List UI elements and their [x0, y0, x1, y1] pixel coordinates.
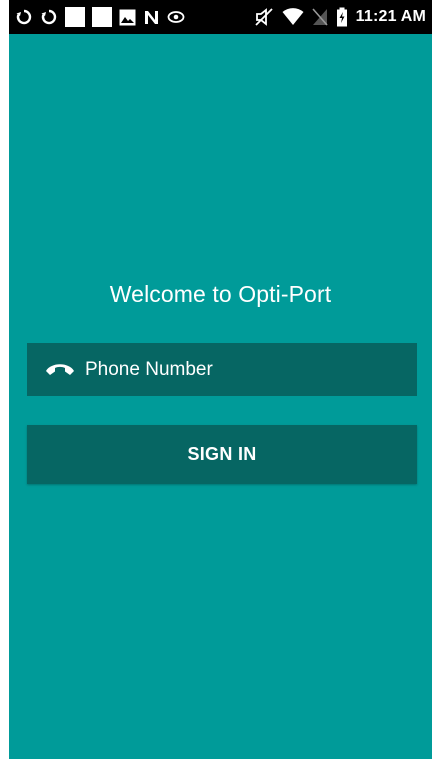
status-bar-system: 11:21 AM: [254, 0, 426, 34]
blank-notification-icon: [92, 7, 112, 27]
phone-icon: [45, 360, 75, 380]
sign-in-label: SIGN IN: [187, 444, 257, 464]
phone-number-placeholder: Phone Number: [85, 358, 213, 380]
sync-icon: [15, 8, 33, 26]
phone-number-field[interactable]: Phone Number: [27, 343, 417, 396]
battery-charging-icon: [336, 7, 348, 27]
wifi-icon: [282, 8, 304, 26]
status-bar-notifications: [15, 0, 185, 34]
no-sim-icon: [312, 8, 328, 26]
status-time: 11:21 AM: [355, 8, 426, 25]
status-bar: 11:21 AM: [9, 0, 432, 34]
welcome-title: Welcome to Opti-Port: [109, 281, 332, 307]
image-icon: [119, 9, 136, 26]
sync-icon: [40, 8, 58, 26]
device-screen: 11:21 AM Welcome to Opti-Port Phone Numb…: [0, 0, 432, 759]
blank-notification-icon: [65, 7, 85, 27]
sign-in-button[interactable]: SIGN IN: [27, 425, 417, 484]
eye-icon: [167, 10, 185, 24]
n-icon: [143, 9, 160, 26]
login-screen: Welcome to Opti-Port Phone Number SIGN I…: [9, 34, 432, 759]
mute-icon: [254, 7, 274, 27]
